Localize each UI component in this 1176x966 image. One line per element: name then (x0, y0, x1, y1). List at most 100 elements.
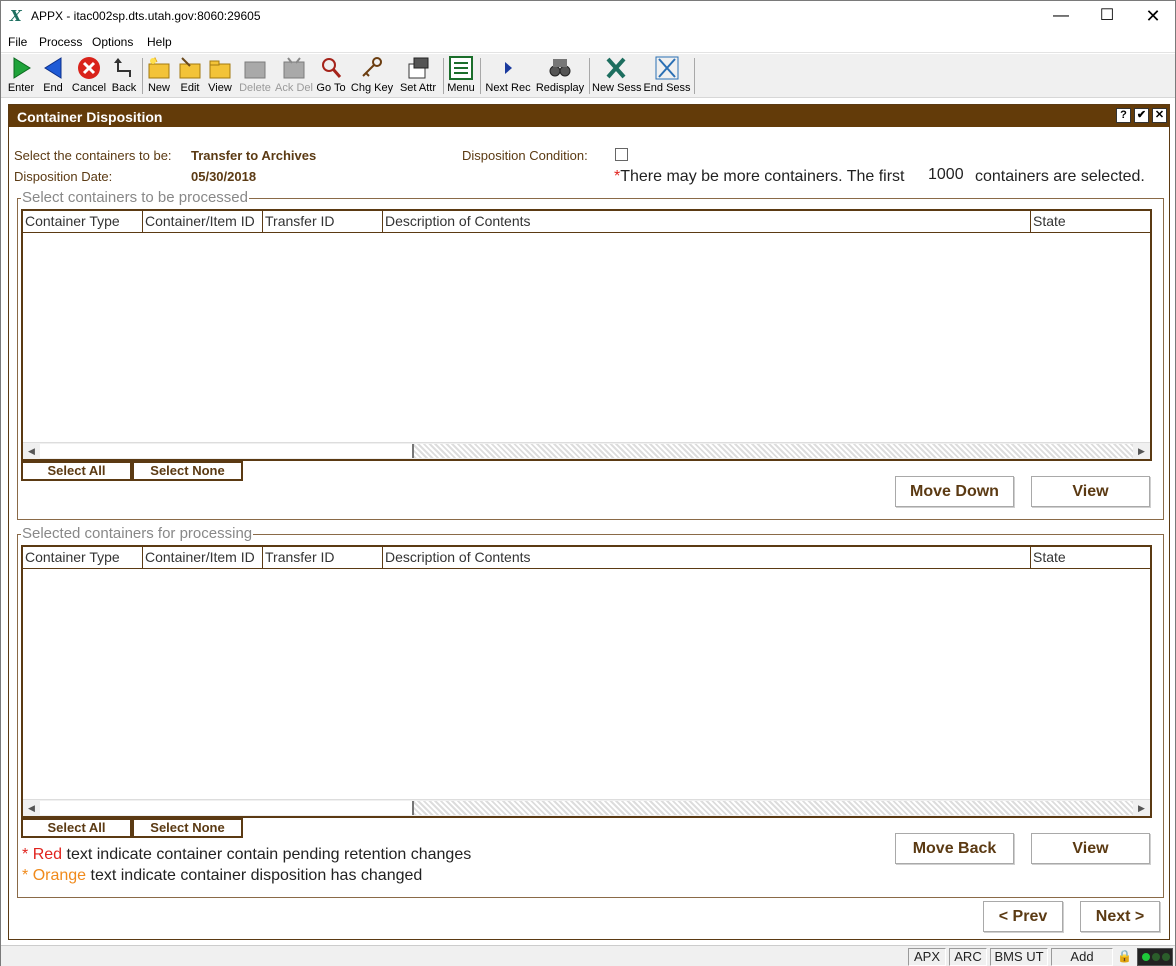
select-none-selected-button[interactable]: Select None (132, 818, 243, 838)
cancel-button[interactable]: Cancel (71, 56, 107, 96)
container-disposition-panel: Container Disposition ? ✔ ✕ Select the c… (8, 104, 1170, 940)
enter-button[interactable]: Enter (6, 56, 36, 96)
col-transfer-id[interactable]: Transfer ID (263, 211, 383, 232)
col-description[interactable]: Description of Contents (383, 547, 1031, 568)
select-none-button[interactable]: Select None (132, 461, 243, 481)
ack-delete-label: Ack Del (275, 82, 313, 94)
cancel-red-x-icon (78, 57, 100, 79)
red-asterisk: * (22, 846, 29, 863)
panel-title: Container Disposition (17, 109, 163, 125)
help-button[interactable]: ? (1116, 108, 1131, 123)
set-attributes-label: Set Attr (399, 82, 437, 94)
col-state[interactable]: State (1031, 211, 1150, 232)
set-attributes-icon (408, 57, 429, 79)
activity-lights-icon (1137, 948, 1173, 966)
container-count-value: 1000 (928, 166, 964, 183)
ack-delete-button[interactable]: Ack Del (275, 56, 313, 96)
menu-process[interactable]: Process (39, 35, 82, 49)
end-button[interactable]: End (39, 56, 67, 96)
change-key-label: Chg Key (350, 82, 394, 94)
new-label: New (147, 82, 170, 94)
ok-button[interactable]: ✔ (1134, 108, 1149, 123)
status-mode: Add (1051, 948, 1113, 966)
menu-bar: File Process Options Help (1, 32, 1175, 53)
menu-help[interactable]: Help (147, 35, 172, 49)
select-all-button[interactable]: Select All (21, 461, 132, 481)
col-container-type[interactable]: Container Type (23, 547, 143, 568)
close-panel-button[interactable]: ✕ (1152, 108, 1167, 123)
end-session-button[interactable]: End Sess (643, 56, 691, 96)
next-record-button[interactable]: Next Rec (484, 56, 532, 96)
back-button[interactable]: Back (110, 56, 138, 96)
menu-options[interactable]: Options (92, 35, 133, 49)
enter-label: Enter (7, 82, 35, 94)
scroll-track[interactable] (414, 444, 1133, 458)
scroll-thumb[interactable] (40, 801, 414, 815)
set-attributes-button[interactable]: Set Attr (397, 56, 439, 96)
change-key-button[interactable]: Chg Key (350, 56, 394, 96)
select-all-selected-button[interactable]: Select All (21, 818, 132, 838)
scroll-left-icon[interactable]: ◀ (23, 443, 40, 459)
select-containers-label: Select the containers to be: (14, 148, 172, 163)
appx-window: X APPX - itac002sp.dts.utah.gov:8060:296… (0, 0, 1176, 966)
delete-icon (244, 61, 266, 79)
next-button[interactable]: Next > (1080, 901, 1160, 932)
disposition-action-value: Transfer to Archives (191, 148, 317, 163)
delete-button[interactable]: Delete (238, 56, 272, 96)
title-bar: X APPX - itac002sp.dts.utah.gov:8060:296… (1, 1, 1175, 32)
available-containers-table[interactable]: Container Type Container/Item ID Transfe… (21, 209, 1152, 461)
back-label: Back (111, 82, 137, 94)
disposition-condition-checkbox[interactable] (615, 148, 628, 161)
move-down-button[interactable]: Move Down (895, 476, 1014, 507)
more-containers-suffix: containers are selected. (975, 168, 1145, 185)
back-curved-arrow-icon (114, 58, 131, 77)
toolbar-separator (443, 58, 444, 94)
horizontal-scrollbar[interactable]: ◀ ▶ (23, 799, 1150, 816)
new-button[interactable]: New (145, 56, 173, 96)
col-container-item-id[interactable]: Container/Item ID (143, 547, 263, 568)
view-toolbar-button[interactable]: View (206, 56, 234, 96)
table-header: Container Type Container/Item ID Transfe… (23, 211, 1150, 233)
toolbar-separator (589, 58, 590, 94)
menu-toolbar-button[interactable]: Menu (446, 56, 476, 96)
maximize-button[interactable]: ☐ (1084, 1, 1130, 32)
col-container-item-id[interactable]: Container/Item ID (143, 211, 263, 232)
toolbar-separator (480, 58, 481, 94)
orange-note-text: text indicate container disposition has … (90, 867, 423, 884)
col-description[interactable]: Description of Contents (383, 211, 1031, 232)
orange-asterisk: * (22, 867, 29, 884)
scroll-right-icon[interactable]: ▶ (1133, 800, 1150, 816)
status-bar: APX ARC BMS UT Add 🔒 (1, 945, 1175, 966)
view-top-button[interactable]: View (1031, 476, 1150, 507)
col-transfer-id[interactable]: Transfer ID (263, 547, 383, 568)
horizontal-scrollbar[interactable]: ◀ ▶ (23, 442, 1150, 459)
menu-toolbar-label: Menu (447, 82, 475, 94)
menu-file[interactable]: File (8, 35, 27, 49)
scroll-thumb[interactable] (40, 444, 414, 458)
scroll-right-icon[interactable]: ▶ (1133, 443, 1150, 459)
play-green-icon (13, 57, 31, 79)
prev-button[interactable]: < Prev (983, 901, 1063, 932)
end-label: End (43, 82, 63, 94)
minimize-button[interactable]: — (1038, 1, 1084, 32)
edit-folder-icon (179, 57, 201, 79)
col-container-type[interactable]: Container Type (23, 211, 143, 232)
end-session-label: End Sess (643, 82, 691, 94)
new-session-button[interactable]: New Sess (592, 56, 642, 96)
view-bottom-button[interactable]: View (1031, 833, 1150, 864)
move-back-button[interactable]: Move Back (895, 833, 1014, 864)
col-state[interactable]: State (1031, 547, 1150, 568)
selected-containers-table[interactable]: Container Type Container/Item ID Transfe… (21, 545, 1152, 818)
redisplay-button[interactable]: Redisplay (535, 56, 585, 96)
more-containers-note: *There may be more containers. The first (614, 168, 905, 186)
goto-button[interactable]: Go To (315, 56, 347, 96)
menu-list-icon (449, 56, 473, 80)
delete-label: Delete (239, 82, 271, 94)
scroll-left-icon[interactable]: ◀ (23, 800, 40, 816)
edit-button[interactable]: Edit (176, 56, 204, 96)
back-blue-arrow-icon (44, 57, 62, 79)
scroll-track[interactable] (414, 801, 1133, 815)
key-icon (362, 57, 382, 77)
next-record-label: Next Rec (485, 82, 531, 94)
close-window-button[interactable]: ✕ (1130, 1, 1176, 32)
